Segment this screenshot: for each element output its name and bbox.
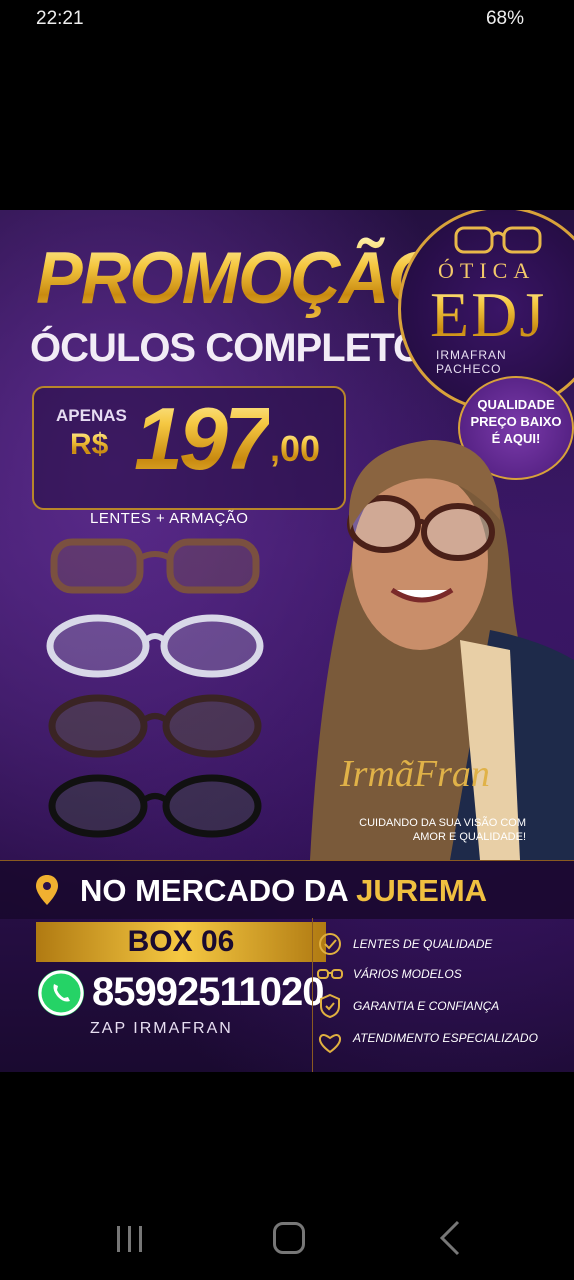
zap-label: ZAP IRMAFRAN (90, 1020, 233, 1037)
price-integer: 197 (134, 389, 273, 488)
whatsapp-icon (38, 970, 84, 1016)
phone-number: 85992511020 (92, 970, 324, 1014)
glasses-black-image (48, 774, 262, 838)
shield-check-icon (320, 993, 340, 1019)
feature-item: ATENDIMENTO ESPECIALIZADO (318, 1030, 573, 1054)
location-row: NO MERCADO DA JUREMA (0, 860, 574, 919)
check-circle-icon (319, 933, 341, 955)
feature-item: LENTES DE QUALIDADE (319, 933, 573, 955)
feature-label: ATENDIMENTO ESPECIALIZADO (353, 1031, 538, 1045)
location-text: NO MERCADO DA JUREMA (80, 873, 487, 909)
promo-title: PROMOÇÃO (36, 237, 442, 319)
features-list: LENTES DE QUALIDADE VÁRIOS MODELOS GARAN… (312, 918, 574, 1072)
logo-owner: IRMAFRAN PACHECO (436, 348, 507, 376)
glasses-brown-image (48, 694, 262, 758)
glasses-tortoise-image (50, 538, 260, 594)
glasses-clear-image (46, 614, 264, 678)
glasses-gallery (40, 532, 280, 852)
feature-item: VÁRIOS MODELOS (317, 966, 573, 982)
location-pin-icon (36, 875, 58, 905)
status-time: 22:21 (36, 8, 84, 29)
box-label: BOX 06 (36, 922, 326, 962)
promo-subtitle: ÓCULOS COMPLETO (30, 326, 424, 370)
recents-icon[interactable] (115, 1224, 145, 1254)
heart-icon (318, 1034, 342, 1054)
feature-label: VÁRIOS MODELOS (353, 967, 462, 981)
price-note: LENTES + ARMAÇÃO (90, 510, 249, 527)
promo-poster-image: PROMOÇÃO ÓCULOS COMPLETO APENAS R$ 197 ,… (0, 210, 574, 1072)
home-button[interactable] (273, 1222, 305, 1254)
price-currency: R$ (70, 428, 109, 461)
price-prefix: APENAS (56, 406, 127, 425)
status-bar: 22:21 68% (0, 0, 574, 40)
glasses-icon (317, 969, 343, 979)
feature-label: LENTES DE QUALIDADE (353, 937, 493, 951)
logo-brand: EDJ (430, 279, 547, 350)
feature-item: GARANTIA E CONFIANÇA (320, 993, 573, 1019)
logo-glasses-icon (454, 226, 542, 254)
back-icon[interactable] (438, 1220, 462, 1256)
feature-label: GARANTIA E CONFIANÇA (353, 999, 500, 1013)
location-prefix: NO MERCADO DA (80, 873, 357, 908)
signature: IrmãFran (340, 753, 490, 795)
status-battery: 68% (485, 8, 524, 29)
location-highlight: JUREMA (356, 873, 488, 908)
care-text: CUIDANDO DA SUA VISÃO COM AMOR E QUALIDA… (359, 817, 526, 843)
navigation-bar (0, 1200, 574, 1280)
